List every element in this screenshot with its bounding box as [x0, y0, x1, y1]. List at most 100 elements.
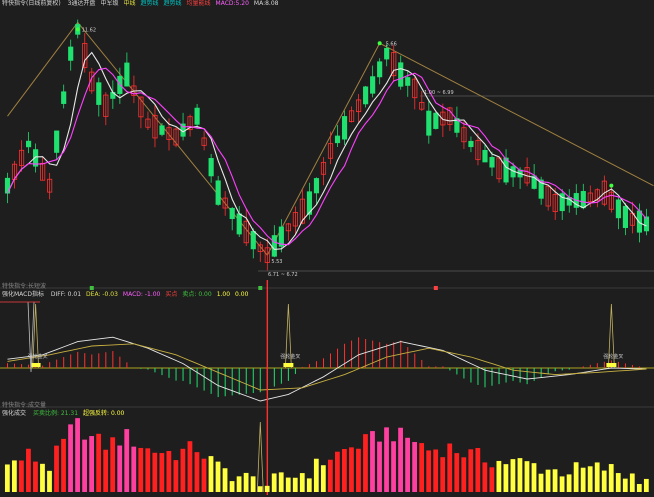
macd-legend-item-0: DIFF: 0.01 [50, 291, 82, 298]
volume-bar [531, 463, 537, 492]
volume-bar [152, 452, 158, 492]
peak1-label: 11.62 [82, 27, 96, 33]
volume-bar [538, 473, 544, 492]
main-panel-header: 特快指令(日线前复权) 3通达开盘 中军级 中线 趋势线 趋势线 均量能线 MACD:5.2… [2, 0, 288, 8]
candle-body [377, 61, 383, 78]
volume-bar [384, 427, 389, 492]
volume-bar [342, 449, 347, 492]
volume-bar [103, 449, 109, 492]
volume-bar [89, 436, 95, 492]
volume-bar [271, 473, 277, 492]
candle-body [643, 216, 650, 232]
volume-bar [313, 458, 319, 492]
volume-bar [622, 478, 628, 492]
candle-body [215, 180, 221, 205]
volume-bar [377, 441, 382, 492]
candle-body [489, 156, 495, 168]
stock-chart: 11.625.661.00 ~ 6.996.71 ~ 6.725.53强轮金叉强… [0, 19, 654, 495]
volume-bar [278, 472, 284, 492]
trend-line [379, 42, 654, 187]
vol-legend-item-1: 超强反转: 0.00 [83, 410, 125, 417]
volume-bar [349, 447, 354, 492]
volume-bar [447, 443, 453, 492]
volume-bar [489, 467, 495, 492]
volume-bar [587, 466, 593, 492]
volume-bar [187, 441, 193, 492]
mid-range-label: 1.00 ~ 6.99 [424, 90, 454, 96]
volume-bar [215, 461, 221, 492]
volume-bar [482, 462, 488, 492]
candle-body [398, 62, 404, 87]
candle-body [159, 125, 165, 135]
volume-bar [391, 441, 396, 492]
volume-bar [601, 470, 607, 492]
volume-bar [412, 442, 418, 492]
volume-bar [496, 460, 502, 492]
peak2-marker [377, 41, 382, 46]
volume-bar [110, 437, 116, 492]
vol-legend-item-0: 买卖比例: 21.31 [32, 410, 79, 417]
candle-body [426, 110, 432, 136]
volume-bar [356, 448, 361, 492]
low-range-label: 6.71 ~ 6.72 [268, 272, 298, 278]
volume-bar [124, 429, 130, 492]
macd-dea-line [7, 343, 647, 391]
volume-bar [264, 485, 270, 492]
volume-bar [545, 469, 551, 492]
volume-bar [180, 448, 186, 492]
volume-bar [370, 431, 375, 492]
main-legend-item-3: 趋势线 [140, 0, 159, 7]
volume-bar [47, 470, 52, 492]
volume-bar [510, 459, 516, 492]
volume-bar [33, 461, 38, 492]
volume-bar [475, 448, 481, 492]
peak3-marker [609, 183, 614, 188]
volume-bar [299, 473, 305, 492]
volume-bar [608, 464, 614, 492]
low-label: 5.53 [271, 259, 282, 265]
volume-bar [573, 462, 579, 492]
candle-body [636, 210, 643, 233]
volume-bar [566, 474, 572, 492]
main-legend-item-0: 3通达开盘 [67, 0, 96, 7]
volume-bar [629, 473, 635, 492]
volume-bar [19, 460, 24, 492]
volume-bar [26, 448, 31, 492]
volume-bar [461, 457, 467, 492]
trend-line [7, 22, 79, 117]
candle-body [25, 140, 32, 148]
candle-body [384, 47, 390, 60]
trend-line [266, 43, 381, 256]
candle-body [124, 62, 130, 87]
peak1-marker [75, 27, 80, 32]
volume-bar [468, 449, 474, 492]
volume-bar [4, 464, 10, 492]
volume-bar [11, 460, 17, 492]
candle-body [622, 205, 629, 228]
macd-panel-title: 强化MACD指标 [2, 291, 44, 298]
candle-body [370, 76, 376, 94]
candle-body [334, 135, 341, 144]
volume-bar [454, 453, 460, 492]
vol-panel-header: 强化成交 买卖比例: 21.31 超强反转: 0.00 [2, 410, 134, 418]
volume-bar [229, 481, 235, 492]
volume-bar [552, 469, 558, 492]
candle-body [363, 86, 369, 105]
volume-bar [222, 468, 228, 492]
candle-body [250, 230, 256, 250]
peak2-label: 5.66 [386, 41, 397, 47]
macd-legend-item-1: DEA: -0.03 [86, 291, 118, 298]
volume-bar [159, 453, 165, 492]
macd-legend-item-2: MACD: -1.00 [122, 291, 161, 298]
volume-bar [405, 437, 410, 492]
main-panel-title: 特快指令(日线前复权) [2, 0, 61, 7]
macd-section-label: 特快指令:长短波 [2, 283, 47, 290]
vol-panel-title: 强化成交 [2, 410, 27, 417]
volume-bar [503, 464, 509, 492]
macd-signal-marker [283, 363, 294, 367]
candle-body [194, 107, 200, 125]
candle-body [468, 140, 474, 148]
candle-body [503, 157, 509, 183]
volume-bar [131, 446, 137, 492]
main-legend-item-5: 均量能线 [186, 0, 211, 7]
